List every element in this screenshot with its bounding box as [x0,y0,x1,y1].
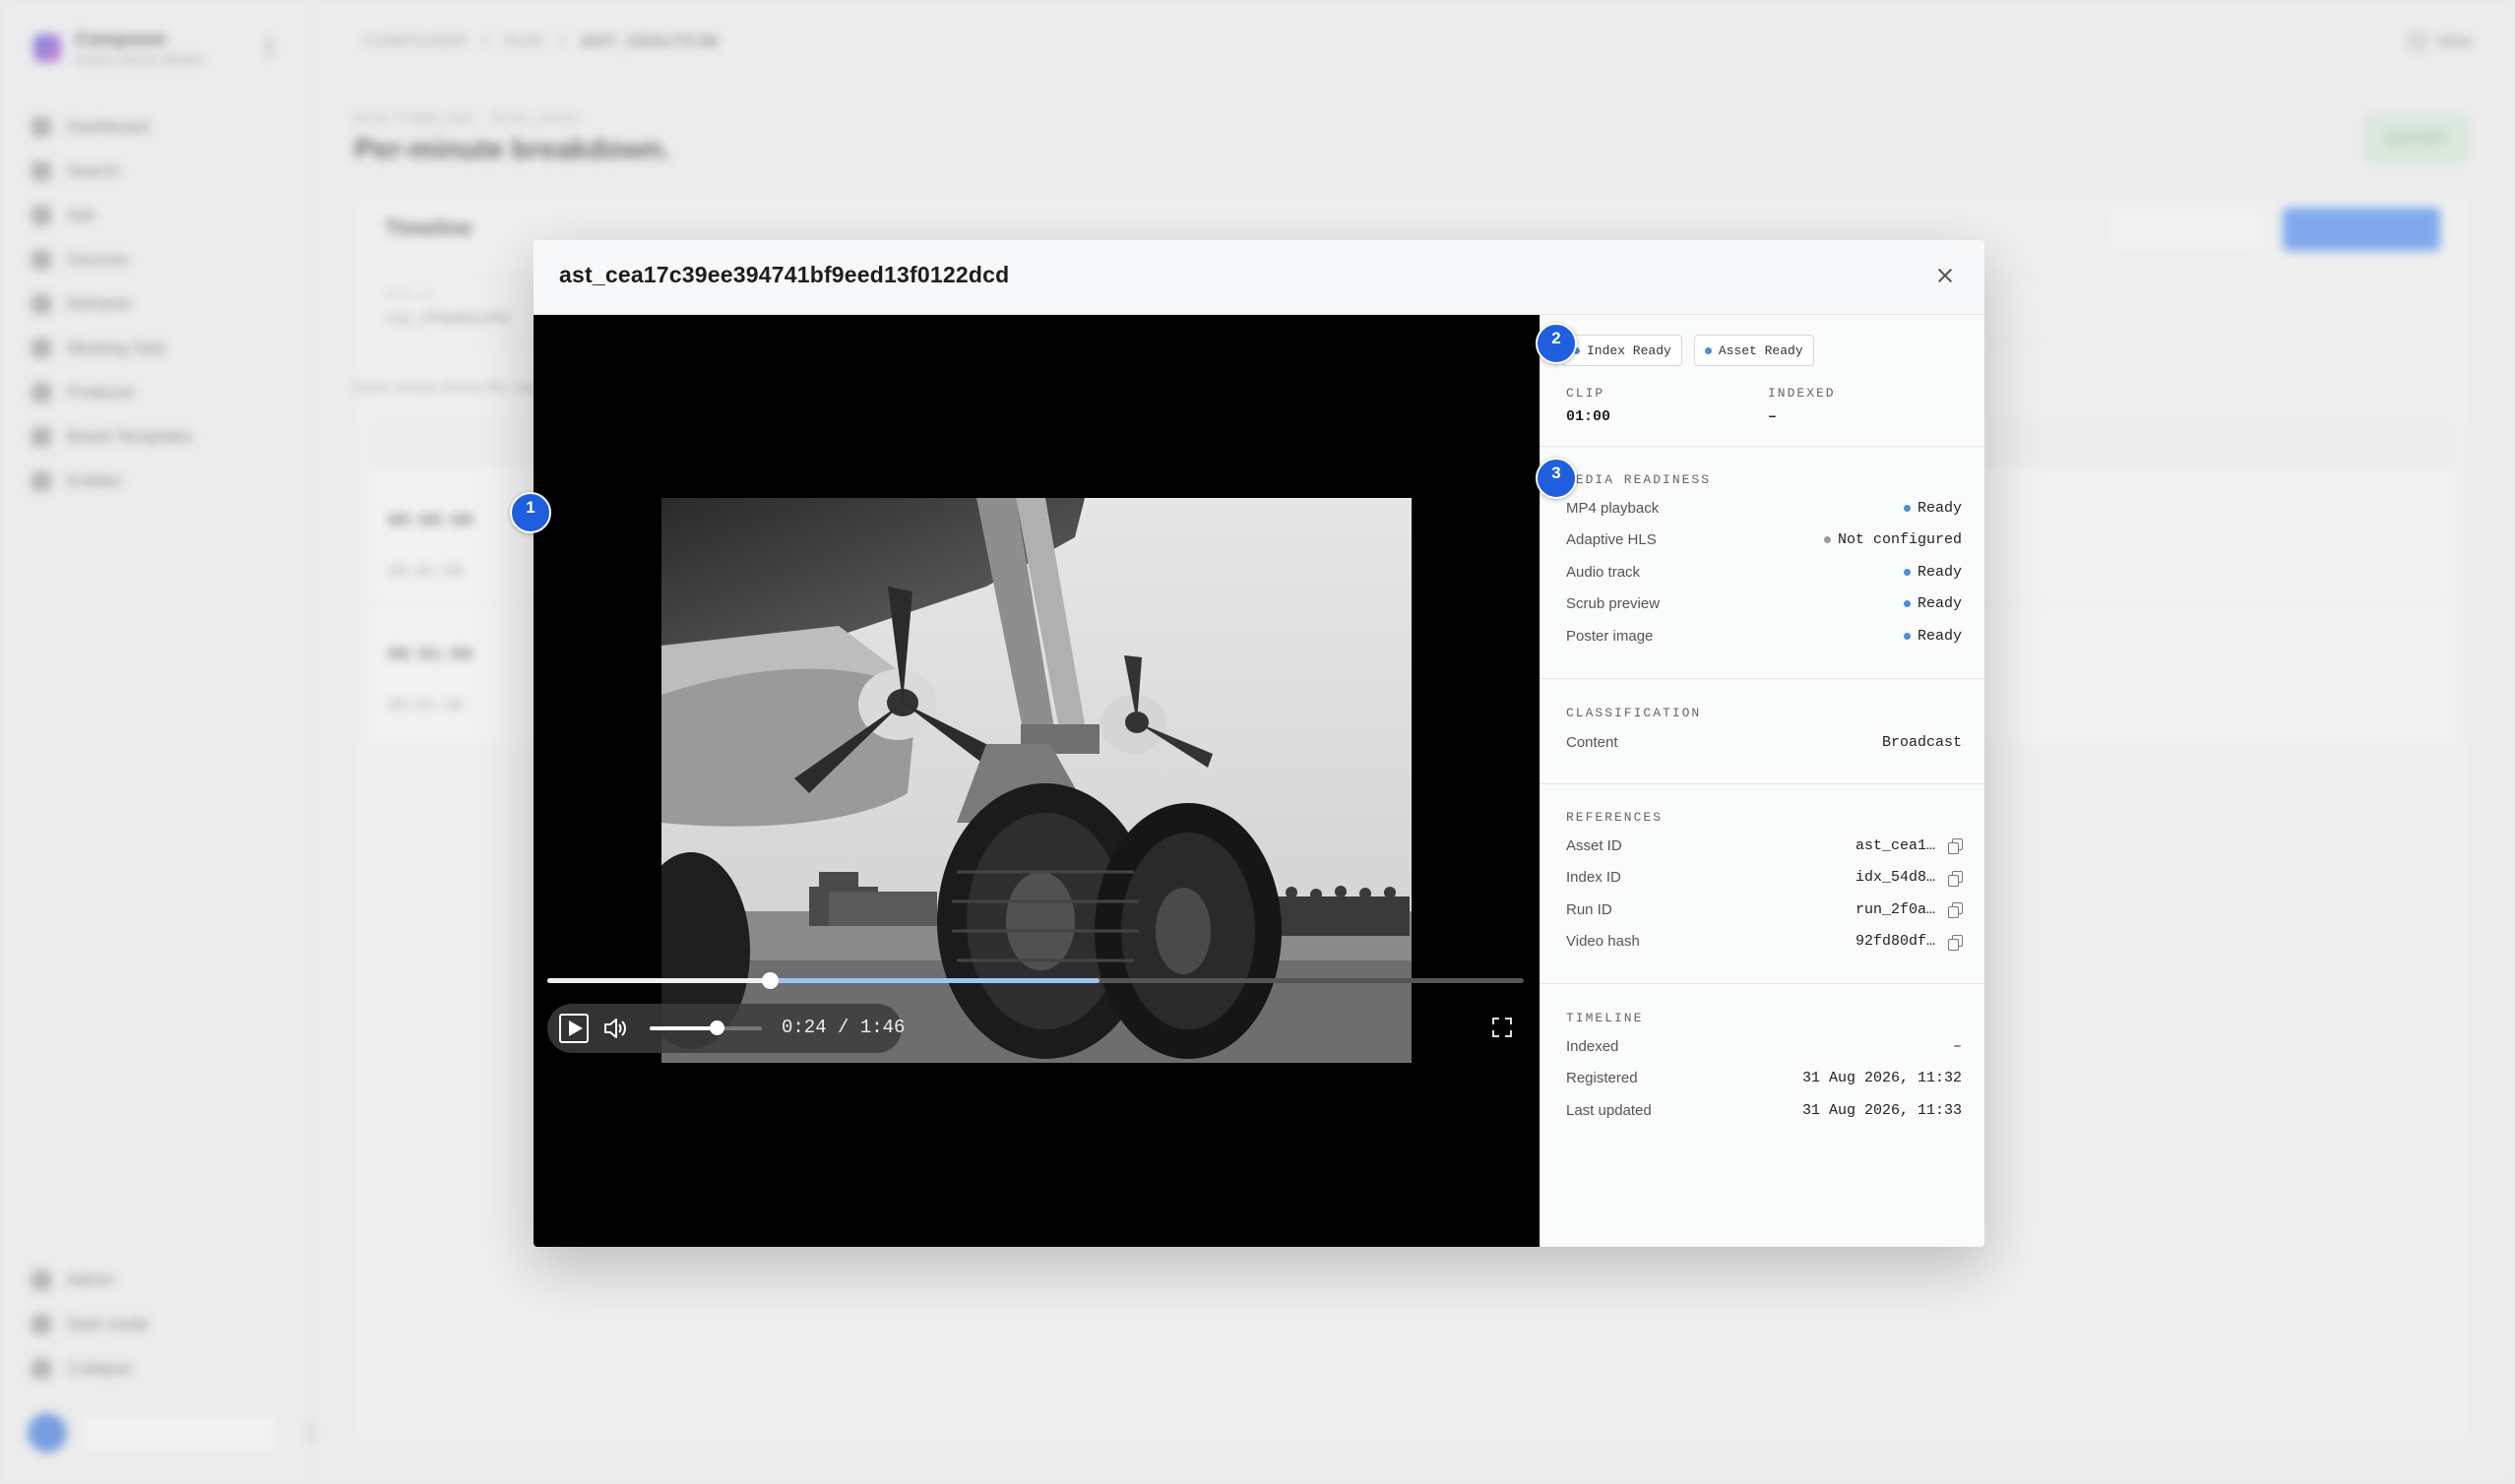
media-readiness-title: MEDIA READINESS [1566,472,1712,487]
row-value: Ready [1917,595,1962,613]
time-readout: 0:24 / 1:46 [782,1017,906,1038]
indexed-label: INDEXED [1768,386,1836,401]
list-item: Last updated 31 Aug 2026, 11:33 [1566,1094,1962,1127]
row-value: ast_cea1… [1855,836,1935,854]
references-title: REFERENCES [1566,810,1664,825]
annotation-marker-1: 1 [510,492,551,533]
divider [1540,446,1984,447]
badge-label: Index Ready [1587,342,1671,358]
row-label: Asset ID [1566,836,1622,854]
fullscreen-corner [1492,1018,1499,1024]
status-dot [1823,536,1831,544]
list-item: Adaptive HLS Not configured [1566,525,1962,557]
row-value: Ready [1917,627,1962,645]
status-dot [1903,632,1911,640]
volume-icon[interactable] [602,1016,628,1041]
list-item: Video hash 92fd80df… [1566,926,1963,958]
row-label: Content [1566,733,1618,751]
badge-label: Asset Ready [1718,342,1803,358]
list-item: Indexed – [1566,1030,1962,1063]
row-label: Video hash [1566,933,1640,951]
volume-slider[interactable] [650,1020,762,1035]
fullscreen-icon[interactable] [1492,1018,1512,1037]
progress-played [547,978,771,983]
row-label: MP4 playback [1566,499,1660,517]
status-badges: Index Ready Asset Ready [1562,335,1814,366]
list-item: MP4 playback Ready [1566,492,1962,525]
annotation-marker-3: 3 [1536,458,1577,499]
list-item: Registered 31 Aug 2026, 11:32 [1566,1063,1962,1095]
list-item: Poster image Ready [1566,620,1962,652]
classification-title: CLASSIFICATION [1566,706,1702,720]
status-dot [1903,568,1911,576]
fullscreen-corner [1505,1018,1512,1024]
copy-icon[interactable] [1948,838,1963,855]
modal-title: ast_cea17c39ee394741bf9eed13f0122dcd [559,262,1010,287]
fullscreen-corner [1505,1030,1512,1037]
media-readiness-list: MP4 playback Ready Adaptive HLS Not config… [1566,492,1962,652]
list-item: Index ID idx_54d8… [1566,862,1963,895]
row-value: 31 Aug 2026, 11:32 [1801,1070,1962,1087]
asset-modal: ast_cea17c39ee394741bf9eed13f0122dcd 0:2… [534,240,1984,1247]
list-item: Run ID run_2f0a… [1566,894,1963,926]
clip-label: CLIP [1566,386,1605,401]
clip-value: 01:00 [1566,408,1611,425]
status-badge-asset: Asset Ready [1693,335,1814,366]
row-label: Adaptive HLS [1566,531,1657,549]
copy-icon[interactable] [1948,902,1963,919]
references-list: Asset ID ast_cea1… Index ID idx_54d8… Run … [1566,830,1963,958]
list-item: Audio track Ready [1566,556,1962,588]
copy-icon[interactable] [1948,934,1963,951]
status-dot [1704,346,1712,354]
timeline-title: TIMELINE [1566,1011,1644,1025]
divider [1540,678,1984,679]
close-icon[interactable] [1933,264,1957,287]
row-value: run_2f0a… [1855,900,1935,918]
clip-info: CLIP 01:00 INDEXED – [1566,386,1970,425]
row-value: – [1952,1037,1962,1055]
video-player[interactable]: 0:24 / 1:46 [534,315,1540,1247]
row-label: Index ID [1566,869,1621,887]
annotation-marker-2: 2 [1536,323,1577,364]
row-value: 31 Aug 2026, 11:33 [1801,1101,1962,1119]
progress-bar[interactable] [547,972,1524,989]
volume-slider-handle[interactable] [710,1020,725,1035]
indexed-value: – [1768,408,1778,425]
row-label: Poster image [1566,627,1654,645]
list-item: Asset ID ast_cea1… [1566,830,1963,862]
row-label: Run ID [1566,900,1612,918]
list-item: Content Broadcast [1566,726,1962,759]
timeline-list: Indexed – Registered 31 Aug 2026, 11:32 La… [1566,1030,1962,1127]
row-value: Ready [1917,563,1962,581]
row-value: Ready [1917,499,1962,517]
row-label: Indexed [1566,1037,1619,1055]
row-label: Registered [1566,1070,1638,1087]
row-value: 92fd80df… [1855,933,1935,951]
player-controls: 0:24 / 1:46 [547,1004,906,1053]
status-badge-index: Index Ready [1562,335,1682,366]
row-label: Audio track [1566,563,1641,581]
modal-header: ast_cea17c39ee394741bf9eed13f0122dcd [534,240,1984,315]
play-icon[interactable] [559,1014,589,1043]
row-value: idx_54d8… [1855,869,1935,887]
classification-list: Content Broadcast [1566,726,1962,759]
row-label: Scrub preview [1566,595,1661,613]
row-value: Broadcast [1881,733,1962,751]
row-value: Not configured [1837,531,1962,549]
row-label: Last updated [1566,1101,1652,1119]
fullscreen-corner [1492,1030,1499,1037]
asset-details-panel: Index Ready Asset Ready CLIP 01:00 INDEX… [1540,315,1984,1247]
status-dot [1903,504,1911,512]
divider [1540,983,1984,984]
divider [1540,783,1984,784]
copy-icon[interactable] [1948,870,1963,887]
list-item: Scrub preview Ready [1566,588,1962,621]
status-dot [1903,600,1911,608]
